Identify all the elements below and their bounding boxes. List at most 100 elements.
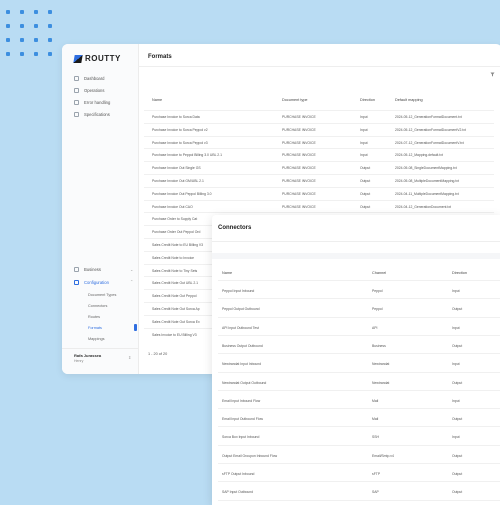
cell-direction: Input [360, 115, 368, 119]
table-row[interactable]: Email Input Outbound Flow Mail Output [218, 408, 500, 428]
table-row[interactable]: Peppol Output Outbound Peppol Output [218, 298, 500, 318]
table-row[interactable]: Output Email Groupon Inbound Flow Email/S… [218, 444, 500, 465]
table-row[interactable]: Newtrandat Input Inbound Newtrandat Input [218, 353, 500, 373]
column-header-default-mapping[interactable]: Default mapping [395, 98, 423, 102]
dot [6, 38, 10, 42]
sidebar-item-label: Configuration [84, 280, 109, 285]
sidebar-subitem-connectors[interactable]: Connectors [88, 304, 107, 308]
table-row[interactable]: sFTP Output Inbound sFTP Output [218, 463, 500, 483]
divider [138, 66, 500, 67]
cell-name: Sales Credit Note Out Peppol [152, 294, 197, 299]
table-row[interactable]: Sorca Box Input Inbound SSH Input [218, 426, 500, 446]
table-row[interactable]: Purchase Invoice to Sorca Peppol v3 PURCH… [144, 135, 494, 149]
sidebar-item-error-handling[interactable]: Error handling [74, 100, 110, 105]
table-row[interactable]: Purchase Invoice to Sorca Data PURCHASE I… [144, 110, 494, 123]
cell-name: Sales Credit Note to Tiny Sets [152, 268, 198, 273]
dot [48, 38, 52, 42]
user-profile[interactable]: Rafa Jurassea Henry ⇕ [62, 348, 138, 374]
cell-direction: Output [452, 453, 463, 458]
cell-channel: Business [372, 343, 386, 348]
table-row[interactable]: Purchase Invoice Out GM/UBL 2.1 PURCHASE … [144, 174, 494, 187]
sidebar-subitem-document-types[interactable]: Document Types [88, 293, 116, 297]
cell-name: Purchase Invoice Out Peppol Billing 3.0 [152, 191, 212, 196]
cell-default-mapping: 2024-04-12_GenerationDocument.txt [395, 204, 451, 209]
chevron-up-down-icon[interactable]: ⇕ [128, 355, 131, 360]
sidebar-subitem-formats[interactable]: Formats [88, 326, 102, 330]
cell-name: Purchase Invoice to Sorca Peppol v2 [152, 127, 208, 132]
sidebar-item-operations[interactable]: Operations [74, 88, 104, 93]
cell-name: Peppol Input Inbound [222, 289, 255, 293]
table-row[interactable]: Purchase Invoice Out CAO PURCHASE INVOICE… [144, 199, 494, 213]
dot [34, 52, 38, 56]
cell-name: Output Email Groupon Inbound Flow [222, 453, 278, 458]
routty-logo-icon [73, 54, 83, 63]
sidebar-item-label: Dashboard [84, 76, 105, 81]
table-row[interactable]: Purchase Invoice Out Peppol Billing 3.0 P… [144, 186, 494, 200]
column-header-direction[interactable]: Direction [452, 271, 467, 275]
table-row[interactable]: API Input Outbound Test API Input [218, 316, 500, 337]
document-icon [74, 88, 79, 93]
dot [34, 10, 38, 14]
dot [20, 10, 24, 14]
cell-default-mapping: 2024-05-08_MultipleDocumentMapping.txt [395, 179, 459, 183]
cell-name: Business Output Outbound [222, 343, 263, 348]
cell-direction: Input [452, 362, 460, 367]
table-row[interactable]: Purchase Invoice to Peppol Billing 3.0 U… [144, 148, 494, 161]
cell-name: Sales Credit Note to EU Billing V3 [152, 243, 204, 247]
table-row[interactable]: Peppol Input Inbound Peppol Input [218, 280, 500, 300]
table-row[interactable]: Newtrandat Output Outbound Newtrandat Outp… [218, 371, 500, 392]
cell-default-mapping: 2024-05-08_SingleDocumentMapping.txt [395, 166, 457, 171]
cell-channel: SAP [372, 490, 379, 495]
cell-channel: API [372, 325, 378, 330]
chevron-down-icon[interactable]: ⌄ [130, 267, 133, 272]
dot [20, 24, 24, 28]
cell-document-type: PURCHASE INVOICE [282, 127, 316, 132]
sidebar: ROUTTY Dashboard Operations Error handli… [62, 44, 139, 374]
cell-name: Sales Credit Note Out UBL 2.1 [152, 281, 199, 286]
cell-channel: SSH [372, 435, 379, 440]
cell-direction: Output [452, 417, 463, 422]
table-row[interactable]: Email Input Inbound Flow Mail Input [218, 389, 500, 410]
table-row[interactable]: Business Output Outbound Business Output [218, 334, 500, 355]
sidebar-item-configuration[interactable]: Configuration [74, 280, 109, 285]
cell-channel: Email/Smtp.v4 [372, 453, 394, 458]
cell-direction: Input [452, 435, 460, 440]
table-row[interactable]: Purchase Invoice Out Single GS PURCHASE I… [144, 161, 494, 174]
filter-icon[interactable] [490, 72, 495, 77]
cell-name: Purchase Order to Supply Cat [152, 217, 198, 222]
cell-direction: Input [452, 289, 460, 293]
sidebar-item-business[interactable]: Business [74, 267, 101, 272]
decorative-dot-grid [6, 10, 66, 70]
column-header-name[interactable]: Name [222, 271, 232, 275]
column-header-channel[interactable]: Channel [372, 271, 386, 275]
sidebar-subitem-routes[interactable]: Routes [88, 315, 100, 319]
cell-name: Sales Credit Note to Invoice [152, 255, 195, 260]
column-header-document-type[interactable]: Document type [282, 98, 308, 102]
cell-direction: Input [360, 140, 368, 145]
column-header-name[interactable]: Name [152, 98, 162, 102]
cell-document-type: PURCHASE INVOICE [282, 153, 316, 158]
cell-document-type: PURCHASE INVOICE [282, 204, 316, 209]
pagination-info: 1 - 20 of 20 [148, 352, 168, 356]
sidebar-item-label: Specifications [84, 112, 110, 117]
table-row[interactable]: SAP Input Outbound SAP Output [218, 481, 500, 501]
cell-channel: sFTP [372, 472, 381, 476]
sidebar-item-label: Business [84, 267, 101, 272]
sidebar-item-specifications[interactable]: Specifications [74, 112, 110, 117]
sidebar-item-dashboard[interactable]: Dashboard [74, 76, 105, 81]
column-header-direction[interactable]: Direction [360, 98, 375, 102]
cell-name: Purchase Invoice Out CAO [152, 204, 193, 209]
cell-document-type: PURCHASE INVOICE [282, 166, 316, 171]
cell-name: API Input Outbound Test [222, 325, 259, 330]
dot [6, 52, 10, 56]
table-row[interactable]: SAP Input OutboundSAPInput [218, 499, 500, 505]
sidebar-subitem-mappings[interactable]: Mappings [88, 337, 104, 341]
table-row[interactable]: Purchase Invoice to Sorca Peppol v2 PURCH… [144, 122, 494, 136]
chevron-up-icon[interactable]: ⌃ [130, 279, 133, 284]
connectors-window: Connectors Name Channel Direction Peppol… [212, 215, 500, 505]
cell-document-type: PURCHASE INVOICE [282, 115, 316, 119]
app-logo: ROUTTY [73, 54, 121, 63]
dot [48, 52, 52, 56]
cell-name: Newtrandat Input Inbound [222, 362, 262, 367]
cell-channel: Mail [372, 417, 379, 422]
